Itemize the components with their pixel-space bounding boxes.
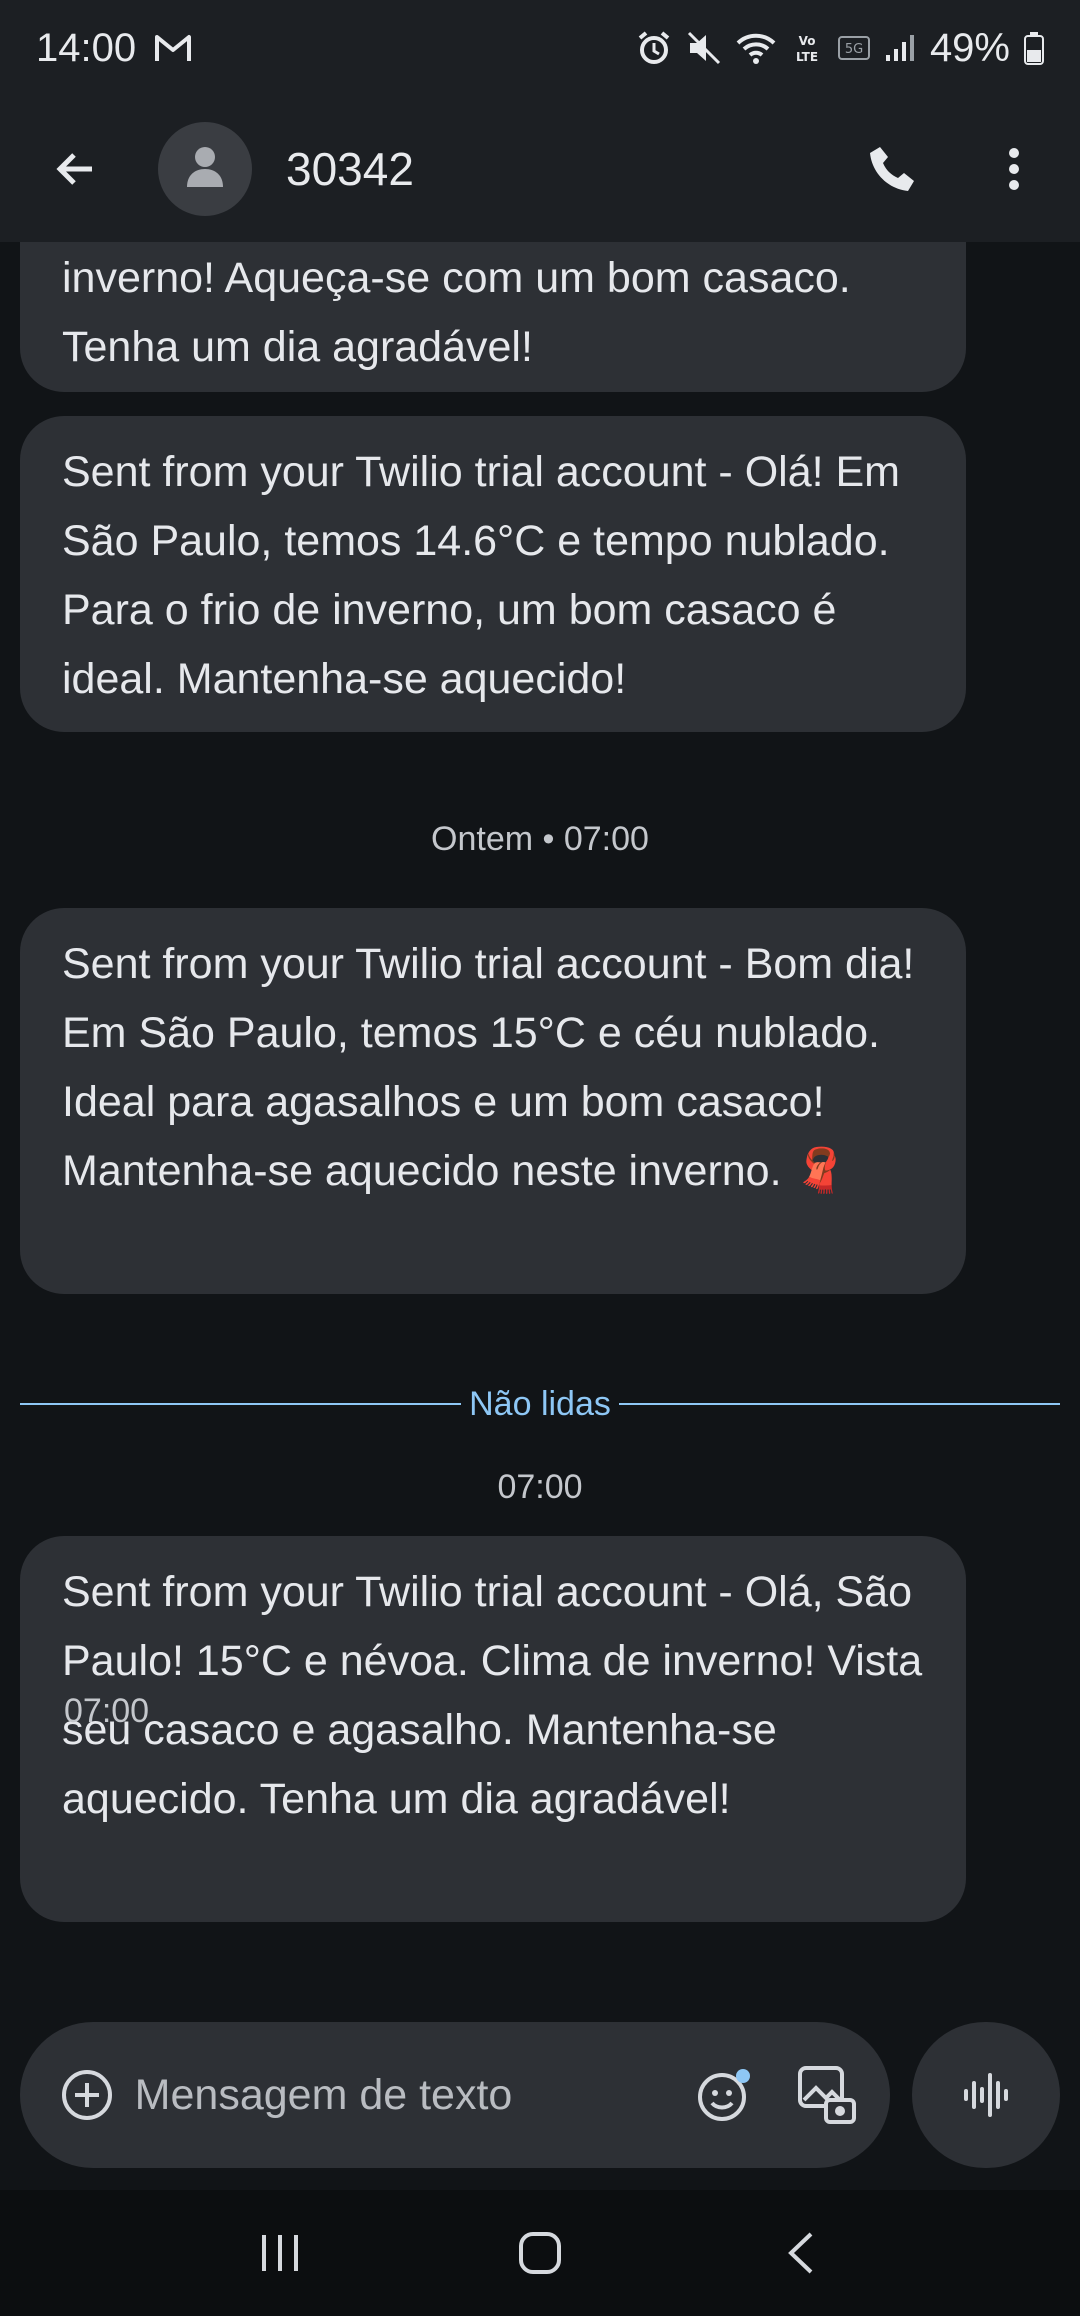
battery-percent: 49%: [929, 25, 1010, 70]
person-avatar-icon: [185, 143, 225, 196]
5g-icon: 5G: [837, 36, 870, 60]
divider-line: [618, 1403, 1060, 1405]
message-text: Sent from your Twilio trial account - Ol…: [62, 1568, 923, 1823]
date-separator: Ontem • 07:00: [431, 820, 649, 858]
unread-label: Não lidas: [469, 1384, 611, 1423]
gallery-icon[interactable]: [791, 2055, 862, 2135]
svg-text:LTE: LTE: [796, 50, 818, 64]
mute-icon: [686, 30, 722, 66]
svg-text:Vo: Vo: [799, 34, 816, 48]
avatar[interactable]: [158, 122, 252, 216]
message-thread[interactable]: inverno! Aqueça-se com um bom casaco. Te…: [0, 242, 1080, 2022]
status-bar: 14:00 Vo LTE 5G 49%: [0, 0, 1080, 96]
message-text: inverno! Aqueça-se com um bom casaco. Te…: [62, 254, 851, 371]
message-bubble[interactable]: Sent from your Twilio trial account - Ol…: [20, 1536, 966, 1922]
recents-icon[interactable]: [230, 2203, 330, 2303]
home-icon[interactable]: [490, 2203, 590, 2303]
divider-line: [20, 1403, 462, 1405]
signal-icon: [884, 33, 916, 63]
volte-icon: Vo LTE: [790, 31, 824, 65]
emoji-icon[interactable]: [689, 2055, 760, 2135]
back-icon[interactable]: [750, 2203, 850, 2303]
more-vert-icon[interactable]: [974, 129, 1054, 209]
gmail-icon: [154, 33, 192, 63]
message-text: Sent from your Twilio trial account - Ol…: [62, 448, 900, 703]
system-nav-bar: [0, 2190, 1080, 2316]
add-icon[interactable]: [52, 2055, 123, 2135]
conversation-header: 30342: [0, 96, 1080, 242]
svg-text:5G: 5G: [845, 42, 863, 57]
message-bubble[interactable]: Sent from your Twilio trial account - Bo…: [20, 908, 966, 1294]
alarm-icon: [636, 30, 672, 66]
message-timestamp: 07:00: [64, 1692, 150, 1730]
voice-icon[interactable]: [912, 2022, 1060, 2168]
message-text: Sent from your Twilio trial account - Bo…: [62, 940, 915, 1195]
message-bubble[interactable]: Sent from your Twilio trial account - Ol…: [20, 416, 966, 732]
unread-divider: Não lidas: [20, 1384, 1060, 1424]
composer: [20, 2022, 890, 2168]
message-input[interactable]: [134, 2070, 689, 2120]
battery-icon: [1024, 31, 1044, 65]
status-time: 14:00: [36, 25, 137, 70]
phone-icon[interactable]: [852, 129, 932, 209]
time-separator: 07:00: [497, 1468, 583, 1506]
message-bubble[interactable]: inverno! Aqueça-se com um bom casaco. Te…: [20, 242, 966, 392]
wifi-icon: [736, 31, 776, 65]
contact-name[interactable]: 30342: [286, 142, 852, 196]
back-arrow-icon[interactable]: [36, 129, 116, 209]
